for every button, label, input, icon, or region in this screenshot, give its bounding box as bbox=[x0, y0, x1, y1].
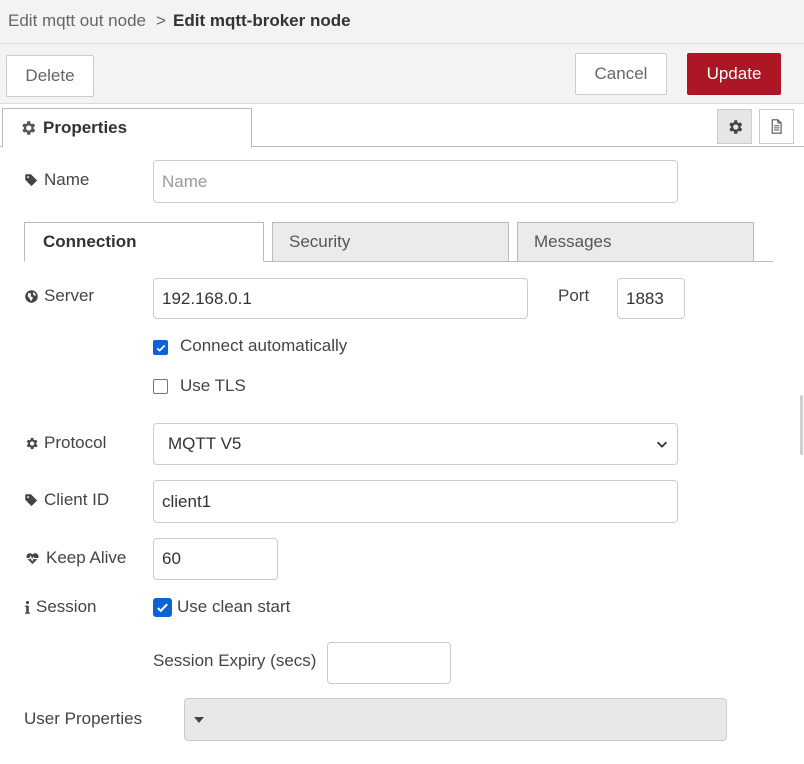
session-label-text: Session bbox=[36, 597, 97, 616]
clean-start-label[interactable]: Use clean start bbox=[177, 597, 290, 617]
client-id-label-text: Client ID bbox=[44, 490, 110, 509]
breadcrumb-current: Edit mqtt-broker node bbox=[173, 11, 351, 30]
clean-start-checkbox[interactable] bbox=[153, 598, 172, 617]
tab-security-label: Security bbox=[289, 232, 351, 251]
protocol-label: Protocol bbox=[24, 433, 106, 453]
protocol-selected-value: MQTT V5 bbox=[168, 434, 242, 453]
connect-automatically-checkbox[interactable] bbox=[153, 340, 168, 355]
gear-icon bbox=[22, 121, 36, 135]
tab-messages[interactable]: Messages bbox=[517, 222, 754, 262]
name-input[interactable] bbox=[153, 160, 678, 203]
tab-connection-label: Connection bbox=[43, 232, 137, 251]
keep-alive-input[interactable] bbox=[153, 538, 278, 580]
name-label: Name bbox=[24, 170, 89, 190]
checkmark-icon bbox=[156, 344, 165, 352]
session-expiry-input[interactable] bbox=[327, 642, 451, 684]
keep-alive-label-text: Keep Alive bbox=[46, 548, 127, 567]
protocol-select[interactable]: MQTT V5 bbox=[153, 423, 678, 465]
scrollbar-thumb[interactable] bbox=[800, 395, 803, 455]
node-settings-button[interactable] bbox=[717, 109, 752, 144]
tag-icon bbox=[25, 173, 38, 186]
keep-alive-label: Keep Alive bbox=[24, 548, 126, 568]
checkmark-icon bbox=[157, 603, 168, 613]
breadcrumb-separator: > bbox=[156, 11, 166, 30]
use-tls-checkbox[interactable] bbox=[153, 379, 168, 394]
tab-properties-label: Properties bbox=[43, 118, 128, 137]
session-label: Session bbox=[24, 597, 96, 617]
server-label: Server bbox=[24, 286, 94, 306]
name-label-text: Name bbox=[44, 170, 90, 189]
caret-down-icon[interactable] bbox=[193, 714, 205, 726]
tab-properties[interactable]: Properties bbox=[2, 108, 252, 148]
server-input[interactable] bbox=[153, 278, 528, 319]
node-description-button[interactable] bbox=[759, 109, 794, 144]
document-icon bbox=[771, 119, 782, 134]
tag-icon bbox=[25, 493, 38, 506]
protocol-label-text: Protocol bbox=[44, 433, 107, 452]
connect-automatically-label[interactable]: Connect automatically bbox=[180, 336, 347, 356]
client-id-input[interactable] bbox=[153, 480, 678, 523]
tab-messages-label: Messages bbox=[534, 232, 612, 251]
chevron-down-icon bbox=[657, 441, 667, 448]
cancel-button[interactable]: Cancel bbox=[575, 53, 667, 95]
session-expiry-label: Session Expiry (secs) bbox=[153, 651, 317, 670]
server-label-text: Server bbox=[44, 286, 95, 305]
delete-button[interactable]: Delete bbox=[6, 55, 94, 97]
heartbeat-icon bbox=[26, 552, 39, 564]
user-properties-label: User Properties bbox=[24, 709, 143, 728]
breadcrumb-previous[interactable]: Edit mqtt out node bbox=[8, 11, 146, 31]
update-button[interactable]: Update bbox=[687, 53, 781, 95]
globe-icon bbox=[25, 289, 38, 303]
use-tls-label[interactable]: Use TLS bbox=[180, 376, 246, 396]
tab-connection[interactable]: Connection bbox=[24, 222, 264, 262]
info-icon bbox=[25, 600, 30, 614]
tray-toolbar bbox=[0, 44, 804, 104]
tab-security[interactable]: Security bbox=[272, 222, 509, 262]
gear-icon bbox=[728, 119, 742, 134]
client-id-label: Client ID bbox=[24, 490, 109, 510]
port-label: Port bbox=[558, 286, 590, 305]
gear-icon bbox=[26, 437, 38, 449]
user-properties-editor[interactable] bbox=[184, 698, 727, 741]
port-input[interactable] bbox=[617, 278, 685, 319]
